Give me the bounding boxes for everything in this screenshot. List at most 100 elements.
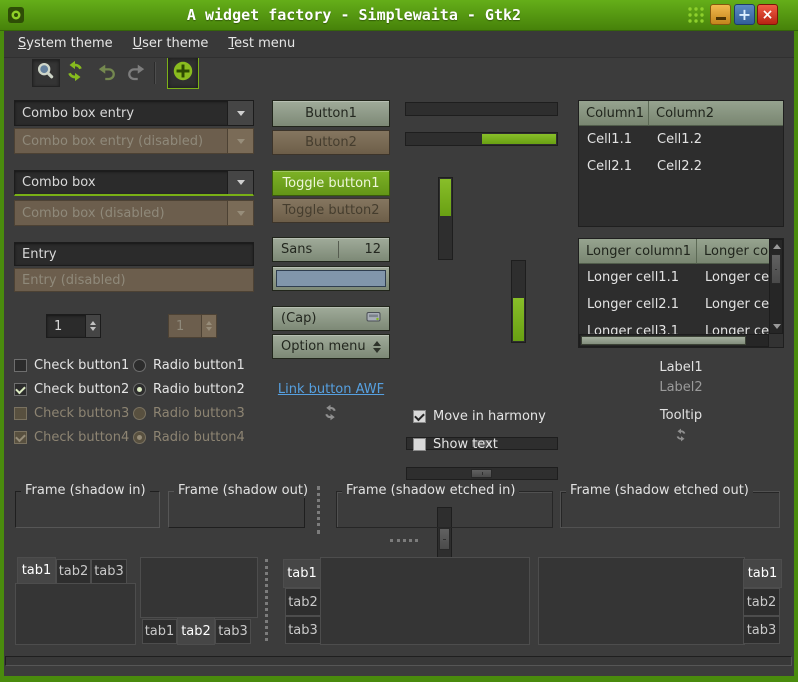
font-button[interactable]: Sans 12 (272, 237, 390, 262)
combo-box-entry-disabled-arrow (227, 129, 253, 153)
tab-tab3[interactable]: tab3 (215, 619, 251, 644)
tab-tab2[interactable]: tab2 (743, 588, 780, 616)
check-label: Check button2 (34, 382, 129, 397)
show-text-check[interactable]: Show text (413, 436, 498, 453)
color-button[interactable] (272, 266, 390, 291)
table-row[interactable]: Cell1.1 Cell1.2 (579, 126, 783, 153)
radio-icon (133, 407, 146, 420)
spinbutton-value: 1 (47, 319, 85, 334)
text-entry-disabled: Entry (disabled) (14, 268, 254, 292)
horizontal-separator (390, 539, 418, 542)
scale-handle[interactable] (471, 469, 492, 478)
check-button-2[interactable]: Check button2 (14, 381, 129, 398)
redo-button[interactable] (121, 59, 149, 87)
table-row[interactable]: Longer cell3.1 Longer ce (579, 318, 769, 334)
spinbutton[interactable]: 1 (46, 314, 101, 338)
tab-tab3[interactable]: tab3 (285, 616, 321, 644)
magnifier-button[interactable] (32, 59, 60, 87)
titlebar[interactable]: A widget factory - Simplewaita - Gtk2 + … (0, 0, 798, 31)
vertical-scale-2[interactable] (511, 260, 526, 343)
combo-box-disabled-value: Combo box (disabled) (15, 206, 227, 221)
undo-button[interactable] (94, 59, 122, 87)
table-row[interactable]: Cell2.1 Cell2.2 (579, 153, 783, 180)
radio-button-1[interactable]: Radio button1 (133, 357, 245, 374)
column-header[interactable]: Longer column1 (579, 239, 697, 264)
add-icon (171, 59, 195, 87)
move-in-harmony-check[interactable]: Move in harmony (413, 408, 546, 425)
option-menu-label: Option menu (281, 339, 366, 354)
combo-box-disabled-arrow (227, 201, 253, 225)
notebook-left-tabs: tab1 tab2 tab3 (283, 557, 530, 645)
radio-label: Radio button2 (153, 382, 245, 397)
font-button-divider (338, 241, 339, 258)
file-chooser-button[interactable]: (Cap) (272, 306, 390, 331)
horizontal-scale-2[interactable] (406, 467, 558, 480)
column-header[interactable]: Column1 (579, 101, 649, 126)
text-entry-disabled-value: Entry (disabled) (15, 273, 253, 288)
button1-label: Button1 (305, 106, 357, 121)
refresh-button[interactable] (61, 59, 89, 87)
table-row[interactable]: Longer cell1.1 Longer ce (579, 264, 769, 291)
radio-button-2[interactable]: Radio button2 (133, 381, 245, 398)
column-header[interactable]: Column2 (649, 101, 783, 126)
option-menu-arrows-icon (373, 341, 381, 353)
toolbar-separator (154, 62, 156, 84)
horizontal-scrollbar[interactable] (579, 334, 769, 347)
vertical-scale-2-fill (513, 298, 524, 341)
check-label: Show text (433, 437, 498, 452)
scrollbar-handle[interactable] (771, 254, 781, 284)
treeview-2-body: Longer column1 Longer co Longer cell1.1 … (579, 239, 769, 334)
check-button-1[interactable]: Check button1 (14, 357, 129, 374)
text-entry[interactable]: Entry (14, 242, 254, 266)
add-button[interactable] (167, 57, 199, 89)
spinbutton-arrows[interactable] (85, 315, 100, 337)
combo-box[interactable]: Combo box (14, 170, 254, 196)
notebook-right-tabs: tab1 tab2 tab3 (538, 557, 782, 645)
combo-box-entry-arrow[interactable] (227, 101, 253, 125)
scroll-up-icon[interactable] (773, 244, 781, 249)
treeview-2[interactable]: Longer column1 Longer co Longer cell1.1 … (578, 238, 784, 348)
scroll-down-icon[interactable] (773, 324, 781, 329)
combo-box-entry[interactable]: Combo box entry (14, 100, 254, 126)
vertical-scale-1[interactable] (438, 177, 453, 260)
button1[interactable]: Button1 (272, 100, 390, 127)
tab-tab2[interactable]: tab2 (56, 559, 91, 584)
minimize-button[interactable] (710, 4, 731, 25)
scrollbar-handle[interactable] (581, 336, 746, 345)
menu-test-menu[interactable]: Test menu (218, 32, 305, 55)
text-entry-value: Entry (15, 247, 253, 262)
tab-tab1[interactable]: tab1 (743, 559, 782, 588)
table-row[interactable]: Longer cell2.1 Longer ce (579, 291, 769, 318)
menu-user-theme[interactable]: User theme (123, 32, 219, 55)
tab-tab3[interactable]: tab3 (743, 616, 780, 644)
tab-tab1[interactable]: tab1 (283, 559, 321, 588)
checkbox-icon (413, 438, 426, 451)
tab-tab2[interactable]: tab2 (285, 588, 321, 616)
column-header[interactable]: Longer co (697, 239, 769, 264)
vertical-scrollbar[interactable] (769, 239, 783, 334)
minimize-icon (716, 17, 726, 20)
option-menu[interactable]: Option menu (272, 334, 390, 359)
frame-label: Frame (shadow in) (21, 483, 150, 498)
color-swatch (276, 270, 386, 287)
check-button-4: Check button4 (14, 429, 129, 446)
combo-box-arrow[interactable] (227, 171, 253, 194)
tab-tab3[interactable]: tab3 (91, 559, 127, 584)
scrollbar-handle[interactable] (439, 528, 450, 550)
spinner-icon (674, 428, 688, 446)
menu-system-theme[interactable]: System theme (8, 32, 123, 55)
file-chooser-label: (Cap) (281, 311, 316, 326)
treeview-1[interactable]: Column1 Column2 Cell1.1 Cell1.2 Cell2.1 … (578, 100, 784, 227)
close-button[interactable]: × (757, 4, 778, 25)
check-button-3: Check button3 (14, 405, 129, 422)
font-family-label: Sans (281, 242, 312, 257)
toggle-button-1[interactable]: Toggle button1 (272, 170, 390, 196)
link-button[interactable]: Link button AWF (272, 382, 390, 397)
tab-tab1[interactable]: tab1 (17, 557, 56, 584)
tab-tab1[interactable]: tab1 (142, 619, 177, 644)
checkbox-icon (14, 359, 27, 372)
titlebar-dots-icon[interactable] (687, 6, 705, 28)
radio-button-3: Radio button3 (133, 405, 245, 422)
maximize-button[interactable]: + (734, 4, 755, 25)
tab-tab2[interactable]: tab2 (177, 617, 215, 645)
